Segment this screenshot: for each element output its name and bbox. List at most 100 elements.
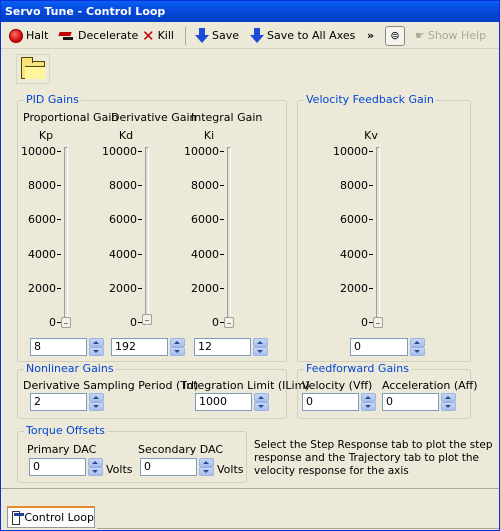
ki-slider-track[interactable] xyxy=(227,147,231,326)
kp-tick-label: 2000 xyxy=(28,281,56,295)
kd-spinbox[interactable]: 192 xyxy=(111,338,185,356)
kd-tick-mark xyxy=(138,219,142,221)
td-spin-buttons[interactable] xyxy=(89,393,104,411)
aff-spinbox[interactable]: 0 xyxy=(382,393,456,411)
kill-button[interactable]: ✕ Kill xyxy=(142,26,174,46)
derivative-gain-label: Derivative Gain xyxy=(111,111,197,124)
toolbar-overflow-button[interactable]: » xyxy=(367,26,374,46)
kv-spin-up[interactable] xyxy=(410,338,425,347)
kp-spin-up[interactable] xyxy=(89,338,104,347)
proportional-gain-label: Proportional Gain xyxy=(23,111,119,124)
kv-tick-label: 2000 xyxy=(340,281,368,295)
primary-dac-spin-buttons[interactable] xyxy=(88,458,103,476)
ki-tick-label: 0 xyxy=(212,316,219,329)
tab-control-loop-label: Control Loop xyxy=(24,511,94,524)
kill-icon: ✕ xyxy=(142,27,155,45)
window-title: Servo Tune - Control Loop xyxy=(1,1,499,22)
secondary-dac-spin-up[interactable] xyxy=(199,458,214,467)
kp-input[interactable]: 8 xyxy=(30,338,87,356)
ilim-spin-down[interactable] xyxy=(254,402,269,411)
ki-spinbox[interactable]: 12 xyxy=(194,338,268,356)
kv-slider-thumb[interactable] xyxy=(373,317,383,328)
kd-tick-label: 2000 xyxy=(109,281,137,295)
kd-label: Kd xyxy=(118,129,134,142)
primary-dac-label: Primary DAC xyxy=(27,443,97,456)
pid-gains-title: PID Gains xyxy=(24,93,81,106)
kp-spin-down[interactable] xyxy=(89,347,104,356)
kp-spinbox[interactable]: 8 xyxy=(30,338,104,356)
ki-spin-up[interactable] xyxy=(253,338,268,347)
vff-spinbox[interactable]: 0 xyxy=(302,393,376,411)
kd-input[interactable]: 192 xyxy=(111,338,168,356)
show-help-button[interactable]: ☛ Show Help xyxy=(415,26,486,46)
primary-dac-spinbox[interactable]: 0 xyxy=(29,458,103,476)
primary-dac-spin-down[interactable] xyxy=(88,467,103,476)
ki-tick-label: 6000 xyxy=(191,213,219,227)
kv-spinbox[interactable]: 0 xyxy=(350,338,425,356)
nonlinear-gains-title: Nonlinear Gains xyxy=(24,362,116,375)
open-folder-button[interactable] xyxy=(16,54,50,84)
aff-spin-buttons[interactable] xyxy=(441,393,456,411)
kp-slider-thumb[interactable] xyxy=(61,316,71,328)
ki-spin-down[interactable] xyxy=(253,347,268,356)
td-input[interactable]: 2 xyxy=(30,393,87,411)
aff-input[interactable]: 0 xyxy=(382,393,439,411)
save-button[interactable]: Save xyxy=(195,26,239,46)
kp-tick-mark xyxy=(57,219,61,221)
kd-tick-label: 6000 xyxy=(109,213,137,227)
kp-tick-mark xyxy=(57,185,61,187)
td-label: Derivative Sampling Period (Td) xyxy=(23,379,199,392)
kp-spin-buttons[interactable] xyxy=(89,338,104,356)
kp-slider-track[interactable] xyxy=(64,147,68,326)
halt-button[interactable]: Halt xyxy=(9,26,48,46)
kp-tick-label: 6000 xyxy=(28,213,56,227)
kd-spin-up[interactable] xyxy=(170,338,185,347)
ki-tick-mark xyxy=(220,151,224,152)
tune-toggle-button[interactable]: ⊜ xyxy=(385,26,405,46)
decelerate-button[interactable]: Decelerate xyxy=(59,26,138,46)
secondary-dac-spin-down[interactable] xyxy=(199,467,214,476)
vff-spin-down[interactable] xyxy=(361,402,376,411)
ki-input[interactable]: 12 xyxy=(194,338,251,356)
aff-spin-down[interactable] xyxy=(441,402,456,411)
ilim-input[interactable]: 1000 xyxy=(195,393,252,411)
kp-tick-mark xyxy=(57,253,61,255)
ki-tick-mark xyxy=(220,219,224,221)
secondary-dac-input[interactable]: 0 xyxy=(140,458,197,476)
kv-input[interactable]: 0 xyxy=(350,338,408,356)
vff-input[interactable]: 0 xyxy=(302,393,359,411)
ki-spin-buttons[interactable] xyxy=(253,338,268,356)
ki-tick-mark xyxy=(220,287,224,289)
vff-spin-buttons[interactable] xyxy=(361,393,376,411)
help-text: Select the Step Response tab to plot the… xyxy=(254,439,493,477)
kv-spin-down[interactable] xyxy=(410,347,425,356)
vff-spin-up[interactable] xyxy=(361,393,376,402)
tab-control-loop[interactable]: Control Loop xyxy=(7,506,95,528)
secondary-dac-spin-buttons[interactable] xyxy=(199,458,214,476)
kv-slider-track[interactable] xyxy=(376,147,380,326)
ilim-spin-buttons[interactable] xyxy=(254,393,269,411)
ki-slider-thumb[interactable] xyxy=(224,316,234,328)
kv-label: Kv xyxy=(364,129,378,142)
help-icon: ☛ xyxy=(415,29,425,42)
primary-dac-input[interactable]: 0 xyxy=(29,458,86,476)
kd-spin-buttons[interactable] xyxy=(170,338,185,356)
aff-spin-up[interactable] xyxy=(441,393,456,402)
kd-tick-label: 8000 xyxy=(109,179,137,193)
td-spinbox[interactable]: 2 xyxy=(30,393,104,411)
kd-tick-mark xyxy=(138,185,142,187)
ilim-spin-up[interactable] xyxy=(254,393,269,402)
kd-slider-thumb[interactable] xyxy=(142,313,152,325)
bottom-panel xyxy=(1,488,499,502)
save-label: Save xyxy=(212,29,240,42)
kv-spin-buttons[interactable] xyxy=(410,338,425,356)
td-spin-down[interactable] xyxy=(89,402,104,411)
primary-dac-spin-up[interactable] xyxy=(88,458,103,467)
save-all-arrow-icon xyxy=(250,28,264,44)
kd-slider-track[interactable] xyxy=(145,147,149,326)
td-spin-up[interactable] xyxy=(89,393,104,402)
save-all-axes-button[interactable]: Save to All Axes xyxy=(250,26,355,46)
kd-spin-down[interactable] xyxy=(170,347,185,356)
secondary-dac-spinbox[interactable]: 0 xyxy=(140,458,214,476)
ilim-spinbox[interactable]: 1000 xyxy=(195,393,269,411)
